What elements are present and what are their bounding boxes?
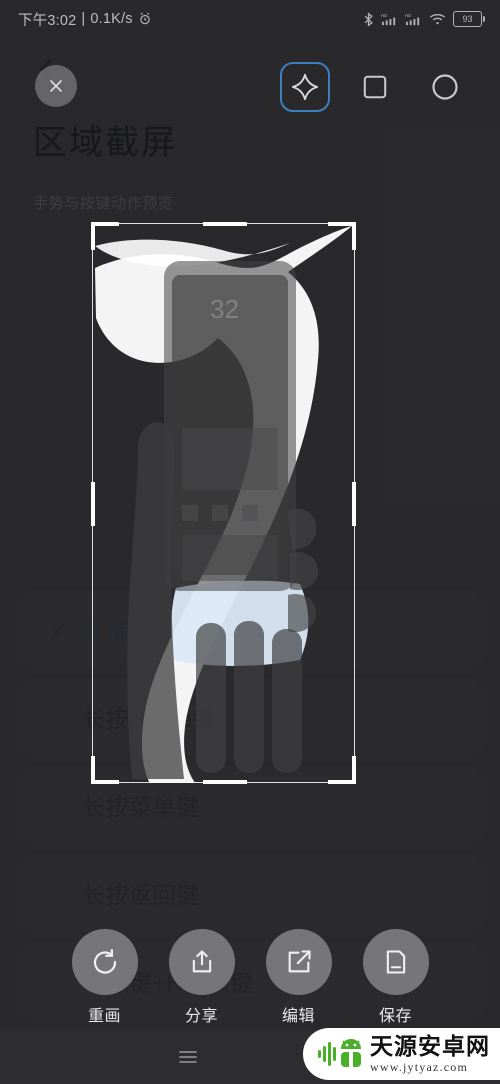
edit-label: 编辑: [281, 1008, 315, 1025]
status-separator: |: [81, 11, 86, 27]
freeform-shape-tool[interactable]: [280, 62, 330, 112]
edit-button-circle: [265, 929, 332, 995]
status-bar: 下午3:02 | 0.1K/s HD HD 93: [0, 0, 500, 38]
save-button-circle: [362, 929, 429, 995]
gesture-preview-illustration: 32: [92, 223, 355, 783]
redraw-button-circle: [71, 929, 138, 995]
share-label: 分享: [184, 1008, 218, 1025]
alarm-icon: [138, 12, 152, 26]
star-blob-icon: [291, 73, 319, 101]
bluetooth-icon: [363, 11, 374, 27]
nav-placeholder-left: [33, 1037, 93, 1077]
watermark-text: 天源安卓网 www.jytyaz.com: [370, 1033, 490, 1074]
redraw-icon: [93, 949, 116, 974]
signal-hd-icon: HD: [381, 12, 398, 26]
redraw-button[interactable]: 重画: [71, 929, 139, 1026]
battery-level-text: 93: [462, 14, 473, 24]
network-speed-text: 0.1K/s: [90, 11, 133, 27]
edit-icon: [288, 950, 311, 973]
signal-hd-icon-2: HD: [405, 12, 422, 26]
action-bar: 重画 分享 编辑 保存: [0, 929, 500, 1026]
nav-menu-button[interactable]: [158, 1037, 218, 1077]
svg-text:HD: HD: [405, 13, 411, 18]
watermark-site-name: 天源安卓网: [370, 1033, 490, 1059]
menu-icon: [178, 1051, 197, 1063]
page-subtitle: 手势与按键动作预览: [33, 195, 174, 212]
status-bar-left: 下午3:02 | 0.1K/s: [18, 9, 152, 30]
redraw-label: 重画: [87, 1008, 121, 1025]
save-button[interactable]: 保存: [362, 929, 430, 1026]
status-bar-right: HD HD 93: [363, 11, 485, 27]
share-button[interactable]: 分享: [168, 929, 236, 1026]
share-icon: [192, 950, 211, 973]
ellipse-shape-tool[interactable]: [420, 62, 470, 112]
android-logo-icon: [318, 1039, 361, 1067]
wifi-icon: [429, 13, 446, 26]
edit-button[interactable]: 编辑: [265, 929, 333, 1026]
page-title: 区域截屏: [33, 124, 177, 162]
svg-text:HD: HD: [381, 13, 387, 18]
screenshot-root: ✓ 三指长按 长按Home键 长按菜单键 长按返回键 电源键+Home键: [0, 0, 500, 1084]
share-button-circle: [168, 929, 235, 995]
shape-tool-group: [280, 62, 470, 112]
save-label: 保存: [378, 1008, 412, 1025]
circle-icon: [432, 74, 458, 100]
square-icon: [363, 75, 387, 99]
rectangle-shape-tool[interactable]: [350, 62, 400, 112]
watermark-url: www.jytyaz.com: [370, 1060, 468, 1074]
watermark: 天源安卓网 www.jytyaz.com: [303, 1028, 500, 1080]
battery-icon: 93: [453, 11, 485, 27]
clock-text: 下午3:02: [18, 12, 77, 29]
save-icon: [386, 950, 405, 974]
close-icon: [50, 80, 62, 92]
close-button[interactable]: [35, 65, 77, 107]
preview-screen-value: 32: [210, 294, 239, 324]
